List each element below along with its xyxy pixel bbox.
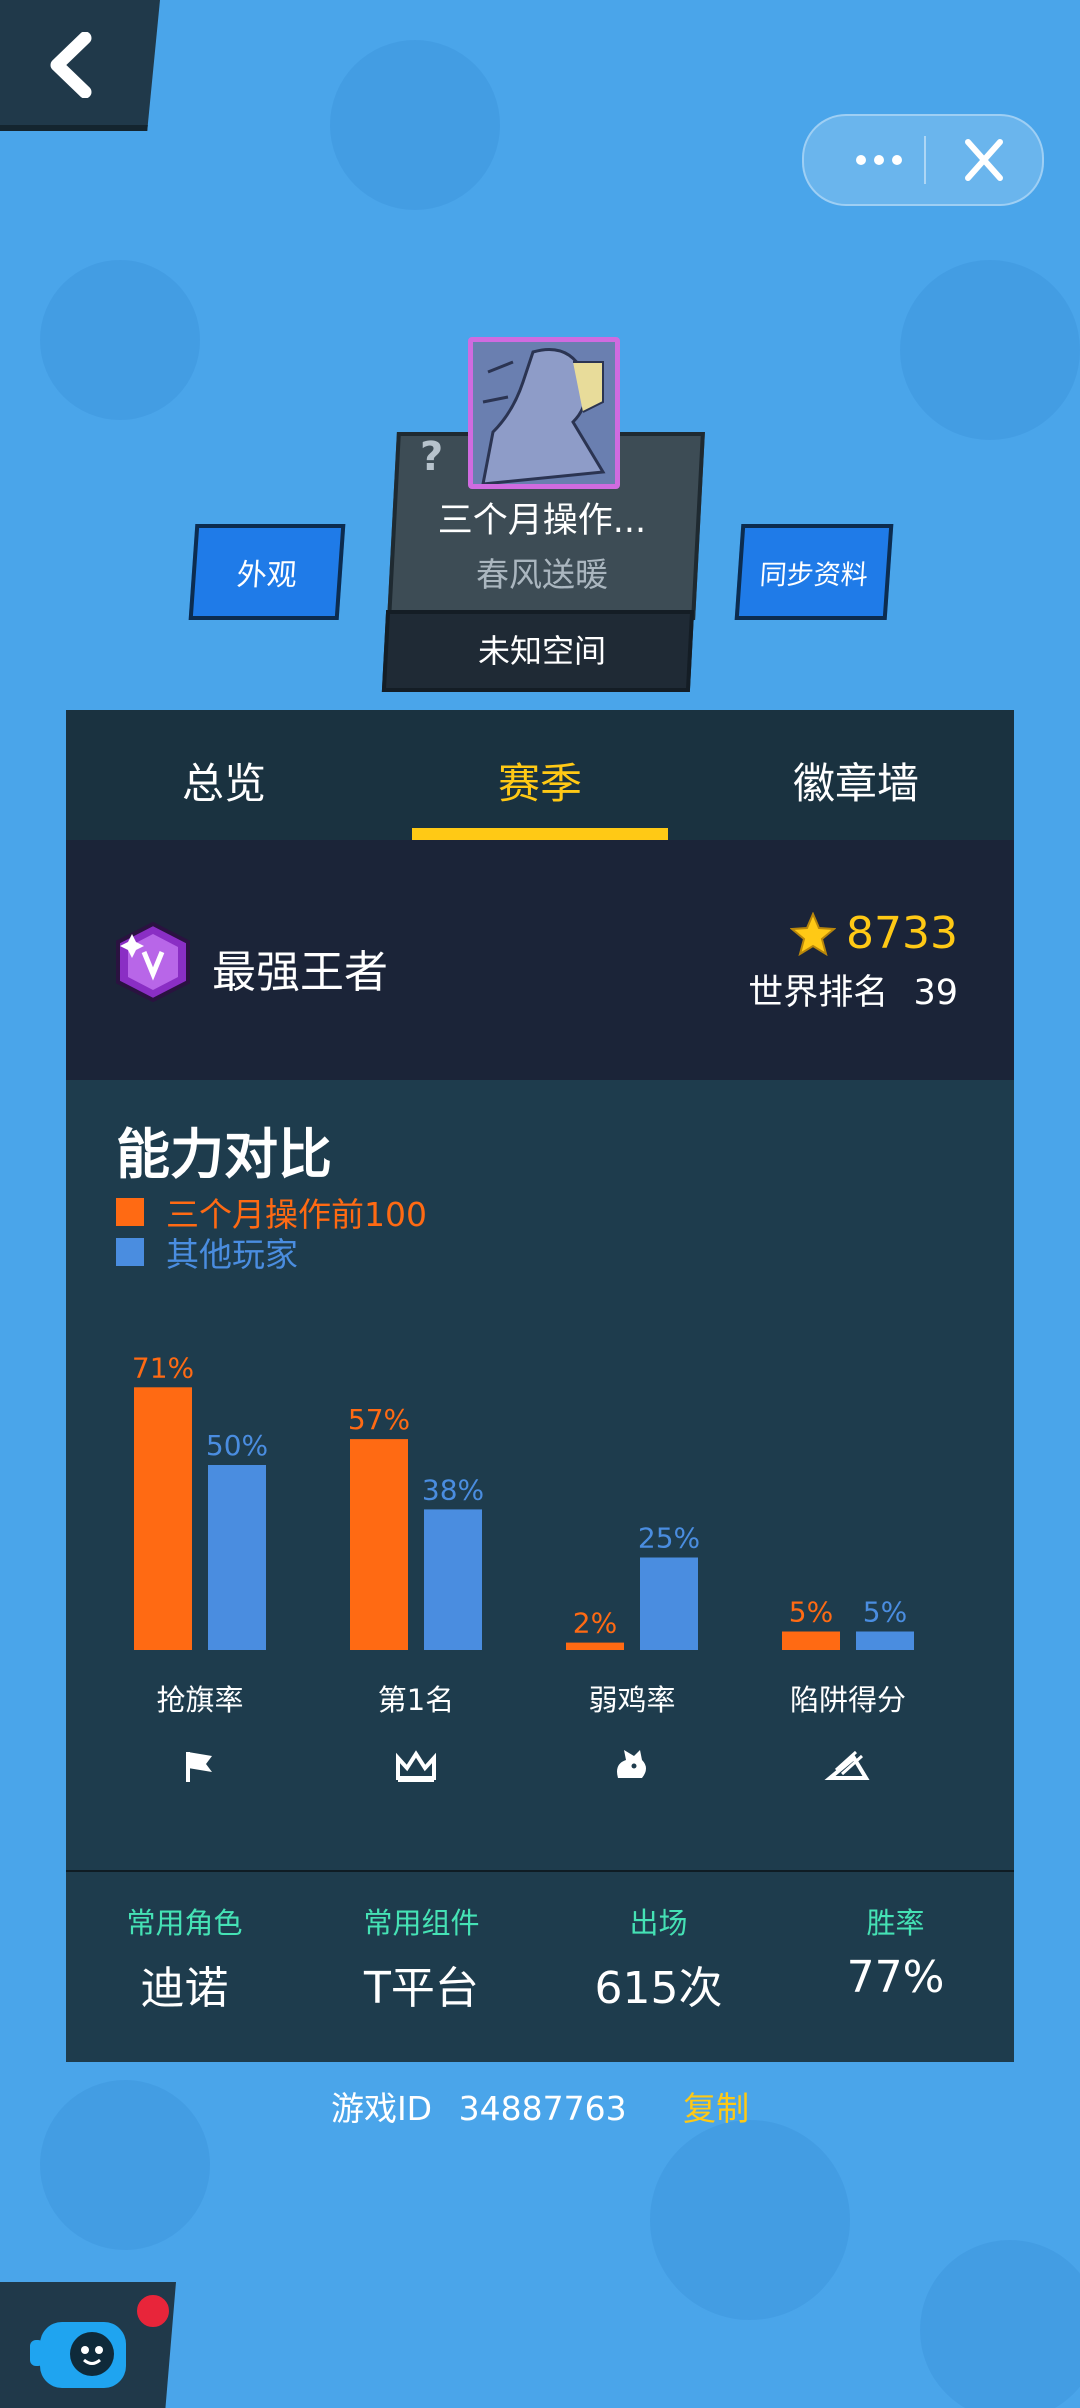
rank-name: 最强王者 [212, 947, 388, 998]
sync-profile-button-label: 同步资料 [758, 559, 869, 591]
world-rank-label: 世界排名 [748, 973, 889, 1013]
player-subtitle: 春风送暖 [476, 555, 608, 594]
game-id-value: 34887763 [458, 2089, 627, 2128]
capsule-separator [924, 136, 926, 184]
stat-value: 615次 [594, 1963, 723, 2014]
bar-others [640, 1557, 698, 1650]
bar-others [424, 1509, 482, 1650]
bar-top100 [350, 1439, 408, 1650]
bar-value-label: 38% [422, 1473, 484, 1506]
legend-label: 其他玩家 [166, 1235, 298, 1274]
trap-icon [824, 1750, 870, 1780]
unknown-question-icon: ? [420, 434, 444, 480]
legend-swatch-orange [116, 1198, 144, 1226]
stats-row: 常用角色 迪诺 常用组件 T平台 出场 615次 胜率 77% [66, 1900, 1014, 2050]
tab-badge-wall[interactable]: 徽章墙 [698, 750, 1014, 811]
category-label: 陷阱得分 [790, 1683, 906, 1717]
stat-value: 77% [846, 1952, 945, 2003]
stat-label: 常用角色 [126, 1906, 243, 1940]
bar-value-label: 57% [348, 1403, 410, 1436]
active-tab-indicator [412, 828, 668, 840]
appearance-button-label: 外观 [235, 558, 298, 593]
stat-label: 出场 [629, 1906, 688, 1940]
stat-common-role: 常用角色 迪诺 [66, 1900, 303, 2016]
player-space: 未知空间 [477, 632, 606, 670]
ability-bar-chart: 71% 50% 抢旗率 57% 38% 第1名 2% 25% 弱鸡率 5% 5% 陷阱得分 [132, 1351, 914, 1782]
world-rank-value: 39 [913, 973, 958, 1013]
bar-value-label: 71% [132, 1351, 194, 1384]
avatar-sketch-image [473, 342, 615, 484]
rank-row: 最强王者 8733 世界排名 39 [66, 840, 1014, 1080]
bar-top100 [134, 1387, 192, 1650]
bar-top100 [782, 1631, 840, 1650]
bar-value-label: 5% [863, 1596, 907, 1629]
stat-label: 胜率 [866, 1906, 925, 1940]
legend-item-others: 其他玩家 [116, 1228, 298, 1276]
tab-bar: 总览 赛季 徽章墙 [66, 710, 1014, 840]
back-chevron-icon [50, 32, 92, 98]
score: 8733 [790, 908, 958, 959]
bar-top100 [566, 1642, 624, 1650]
appearance-button[interactable]: 外观 [188, 524, 346, 620]
stats-divider [66, 1870, 1014, 1872]
chicken-icon [617, 1750, 646, 1778]
legend-swatch-blue [116, 1238, 144, 1266]
player-name: 三个月操作... [437, 501, 647, 541]
stat-label: 常用组件 [363, 1906, 480, 1940]
crown-icon [396, 1750, 436, 1782]
category-label: 弱鸡率 [588, 1683, 675, 1717]
game-id-row: 游戏ID 34887763 复制 [0, 2082, 1080, 2130]
stats-panel: 总览 赛季 徽章墙 最强王者 8733 世界排名 39 能力对比 三个月操作前1… [66, 710, 1014, 2062]
bar-others [208, 1465, 266, 1650]
category-label: 抢旗率 [156, 1683, 243, 1717]
stat-value: T平台 [364, 1963, 479, 2014]
close-icon [965, 139, 1003, 181]
tab-season[interactable]: 赛季 [382, 750, 698, 811]
back-button[interactable] [0, 0, 160, 131]
bar-value-label: 5% [789, 1596, 833, 1629]
avatar[interactable] [468, 337, 620, 489]
tab-overview[interactable]: 总览 [66, 750, 382, 811]
miniprogram-capsule [802, 114, 1044, 206]
world-rank: 世界排名 39 [748, 964, 958, 1015]
bar-others [856, 1631, 914, 1650]
robot-face-icon [30, 2322, 126, 2388]
stat-appearances: 出场 615次 [540, 1900, 777, 2016]
stat-value: 迪诺 [140, 1963, 229, 2014]
close-button[interactable] [944, 116, 1024, 204]
category-label: 第1名 [378, 1683, 454, 1717]
notification-dot [134, 2292, 172, 2330]
compare-title: 能力对比 [116, 1123, 332, 1186]
score-value: 8733 [846, 908, 958, 959]
stat-common-component: 常用组件 T平台 [303, 1900, 540, 2016]
bar-value-label: 50% [206, 1429, 268, 1462]
rank-gem-icon [116, 922, 190, 1002]
bar-value-label: 25% [638, 1522, 700, 1555]
more-dots-icon[interactable] [834, 116, 924, 204]
flag-icon [186, 1752, 212, 1782]
sync-profile-button[interactable]: 同步资料 [734, 524, 894, 620]
game-id-label: 游戏ID [330, 2089, 433, 2128]
star-icon [790, 911, 837, 956]
bar-value-label: 2% [573, 1607, 617, 1640]
stat-win-rate: 胜率 77% [777, 1900, 1014, 2003]
copy-id-link[interactable]: 复制 [683, 2089, 749, 2128]
